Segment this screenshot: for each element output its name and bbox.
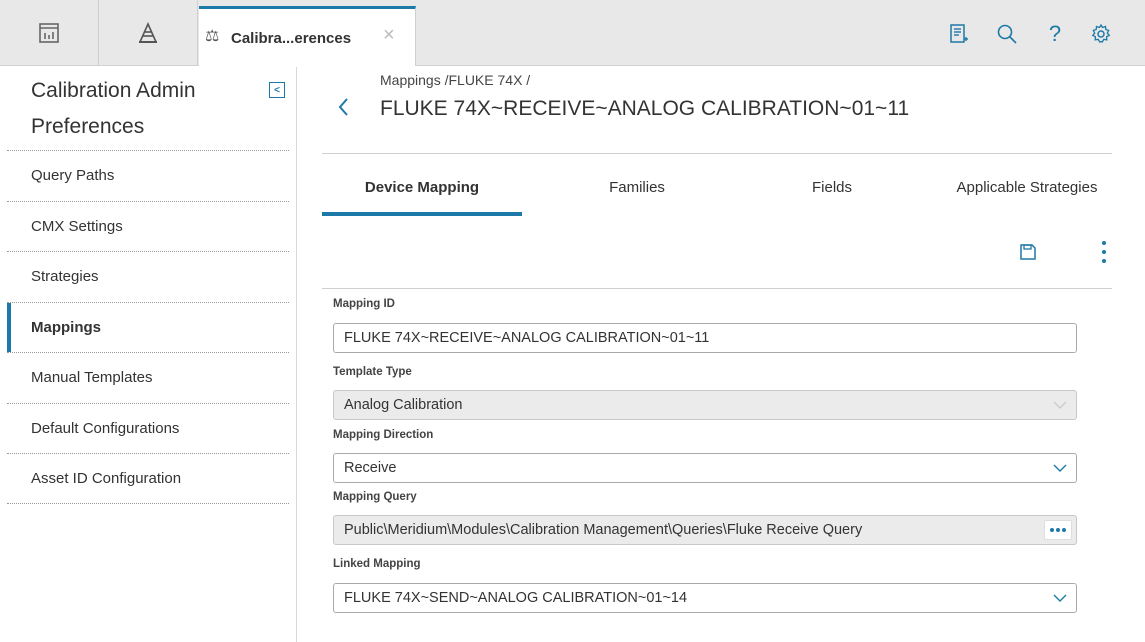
tab-device-mapping[interactable]: Device Mapping [322,170,522,216]
sidebar-item-label: Strategies [31,268,99,286]
tab-applicable-strategies[interactable]: Applicable Strategies [932,170,1122,216]
mapping-query-value: Public\Meridium\Modules\Calibration Mana… [344,522,863,538]
collapse-sidebar-icon[interactable]: < [269,82,285,98]
template-type-value: Analog Calibration [344,397,463,413]
mapping-direction-value: Receive [344,460,397,476]
chevron-down-icon [1053,401,1067,409]
asset-hierarchy-button[interactable] [99,0,198,66]
sidebar-item-asset-id-configuration[interactable]: Asset ID Configuration [7,453,289,504]
save-icon[interactable] [1018,242,1038,262]
breadcrumb[interactable]: Mappings /FLUKE 74X / [380,72,530,88]
more-options-icon[interactable] [1097,241,1111,263]
chevron-down-icon [1053,594,1067,602]
collapse-glyph: < [274,84,280,96]
top-bar: ⚖ Calibra...erences × ? [0,0,1145,66]
asset-hierarchy-icon [138,22,158,43]
sidebar-item-cmx-settings[interactable]: CMX Settings [7,200,289,252]
sidebar-title: Calibration Admin Preferences [31,79,196,138]
page-title: FLUKE 74X~RECEIVE~ANALOG CALIBRATION~01~… [380,97,910,120]
sidebar-item-label: Query Paths [31,167,115,185]
tab-calibration-preferences[interactable]: ⚖ Calibra...erences × [199,6,416,66]
template-type-label: Template Type [333,366,412,378]
help-glyph: ? [1048,21,1062,46]
chevron-down-icon [1053,464,1067,472]
back-arrow-icon[interactable] [336,95,350,126]
sidebar-item-label: Mappings [31,318,101,336]
sidebar-item-strategies[interactable]: Strategies [7,251,289,302]
sidebar-item-query-paths[interactable]: Query Paths [7,150,289,201]
sidebar-item-manual-templates[interactable]: Manual Templates [7,352,289,403]
sidebar: Calibration Admin Preferences < Query Pa… [0,67,297,642]
calibration-scale-icon: ⚖ [205,28,220,45]
sidebar-item-label: Asset ID Configuration [31,469,182,487]
mapping-id-label: Mapping ID [333,298,395,310]
sidebar-item-mappings[interactable]: Mappings [7,301,289,353]
notes-icon[interactable] [944,20,972,48]
linked-mapping-value: FLUKE 74X~SEND~ANALOG CALIBRATION~01~14 [344,590,688,606]
tab-fields[interactable]: Fields [732,170,932,216]
mapping-query-label: Mapping Query [333,491,417,503]
browse-query-button[interactable] [1044,520,1072,540]
mapping-id-field[interactable]: FLUKE 74X~RECEIVE~ANALOG CALIBRATION~01~… [333,323,1077,353]
mapping-id-value: FLUKE 74X~RECEIVE~ANALOG CALIBRATION~01~… [344,330,710,346]
search-icon[interactable] [993,20,1021,48]
dashboard-icon [39,23,59,43]
divider [322,153,1112,154]
divider [322,288,1112,289]
tab-families[interactable]: Families [537,170,737,216]
sidebar-item-label: Default Configurations [31,419,180,437]
sidebar-list: Query Paths CMX Settings Strategies Mapp… [7,150,289,504]
sidebar-item-label: CMX Settings [31,217,123,235]
sidebar-item-label: Manual Templates [31,369,153,387]
tab-title: Calibra...erences [231,30,352,47]
help-icon[interactable]: ? [1041,20,1069,48]
tab-label: Applicable Strategies [956,179,1098,196]
mapping-query-field: Public\Meridium\Modules\Calibration Mana… [333,515,1077,545]
tab-label: Families [609,179,665,196]
linked-mapping-label: Linked Mapping [333,558,421,570]
dashboard-button[interactable] [0,0,99,66]
linked-mapping-select[interactable]: FLUKE 74X~SEND~ANALOG CALIBRATION~01~14 [333,583,1077,613]
sidebar-item-default-configurations[interactable]: Default Configurations [7,402,289,454]
settings-icon[interactable] [1087,20,1115,48]
close-icon[interactable]: × [383,24,395,47]
template-type-select: Analog Calibration [333,390,1077,420]
tab-label: Fields [811,179,852,196]
mapping-direction-label: Mapping Direction [333,429,434,441]
tab-label: Device Mapping [364,179,480,196]
mapping-direction-select[interactable]: Receive [333,453,1077,483]
tab-bar: Device Mapping Families Fields Applicabl… [322,170,1112,216]
